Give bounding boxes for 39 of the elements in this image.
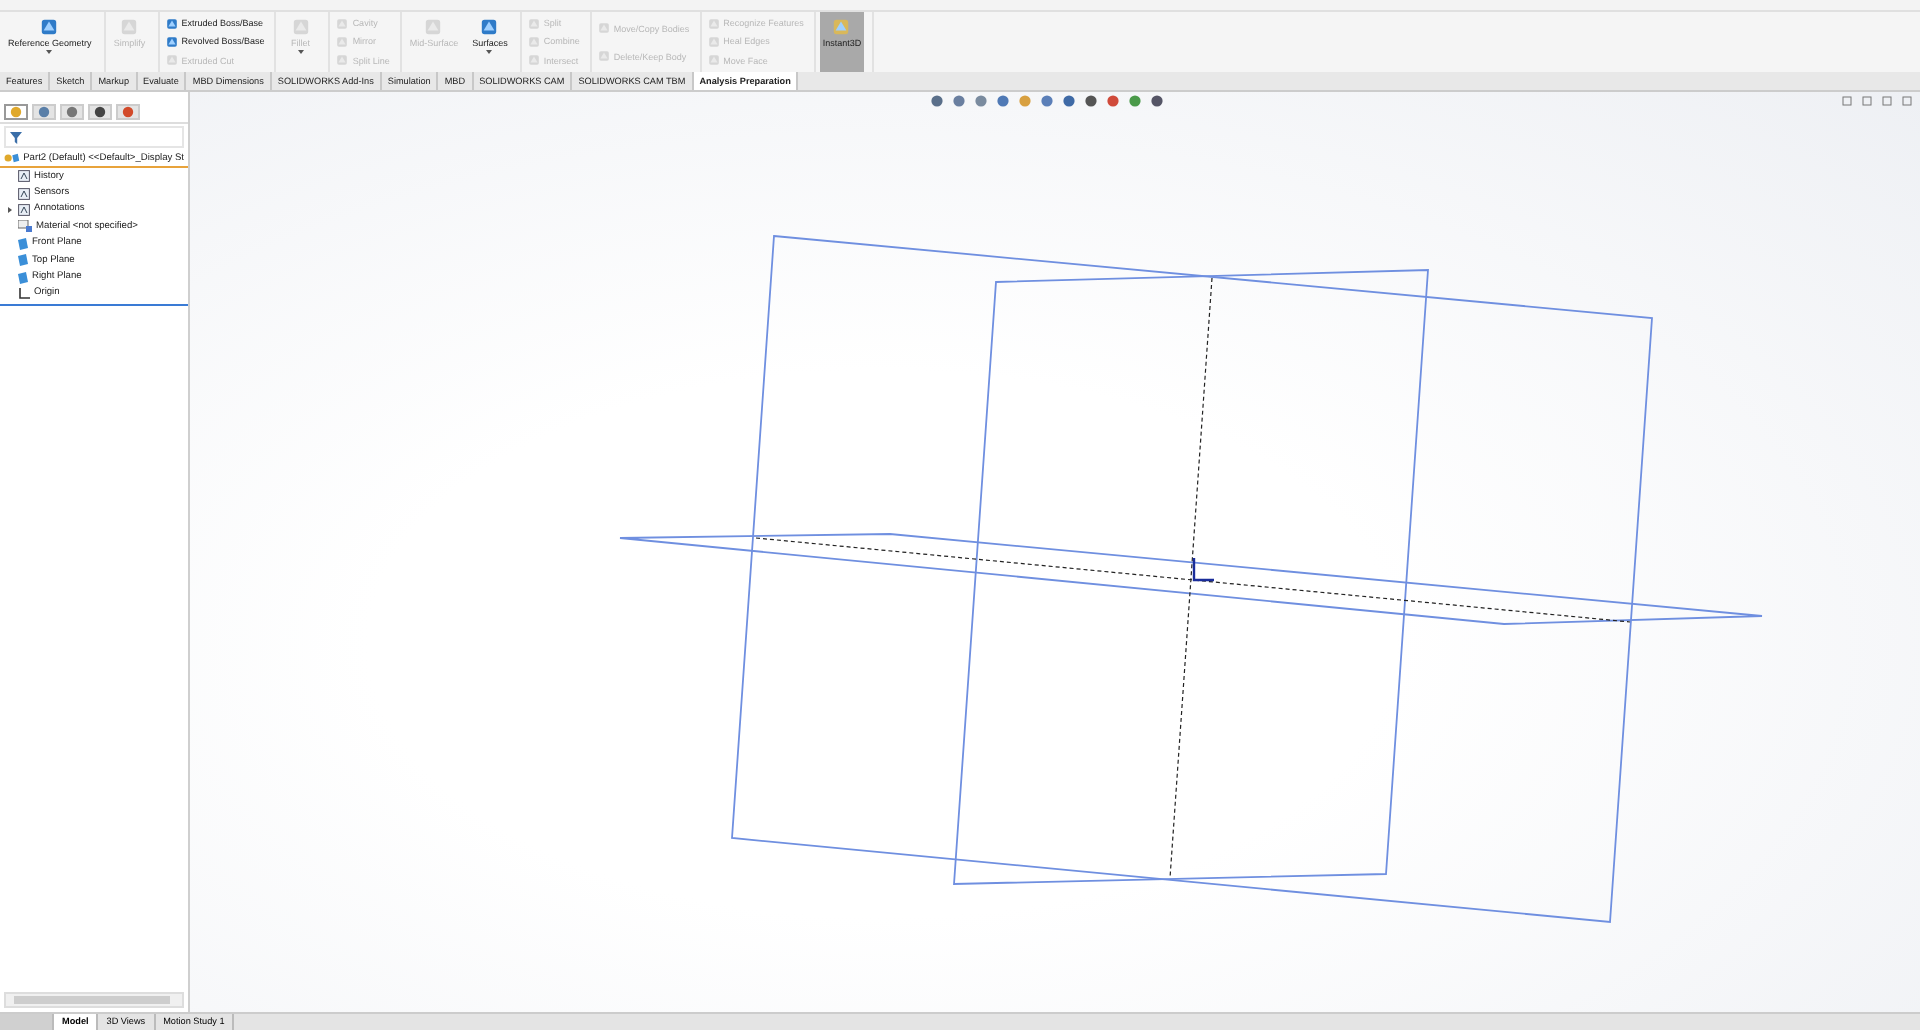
- panel-tab-icon: [66, 106, 78, 118]
- tool-icon: [336, 17, 349, 30]
- history-icon: [18, 170, 30, 183]
- part-icon: [4, 152, 20, 164]
- sensors-icon: [18, 187, 30, 200]
- tool-icon: [165, 35, 178, 48]
- panel-tab-icon: [94, 106, 106, 118]
- tool-icon: [424, 18, 443, 36]
- origin-icon: [1192, 558, 1214, 582]
- panel-tab[interactable]: [32, 104, 56, 120]
- panel-tab[interactable]: [60, 104, 84, 120]
- filter-field[interactable]: [4, 126, 184, 148]
- panel-tab-icon: [122, 106, 134, 118]
- horizontal-scrollbar[interactable]: [4, 992, 184, 1008]
- tool-icon: [707, 54, 720, 67]
- tool-icon: [120, 18, 139, 36]
- panel-tab[interactable]: [88, 104, 112, 120]
- tool-icon: [336, 35, 349, 48]
- tool-icon: [527, 54, 540, 67]
- tool-icon: [165, 17, 178, 30]
- panel-tab[interactable]: [116, 104, 140, 120]
- tool-icon: [336, 54, 349, 67]
- tool-icon: [832, 18, 851, 36]
- tool-icon: [527, 35, 540, 48]
- tool-icon: [707, 35, 720, 48]
- tool-icon: [597, 50, 610, 62]
- annotations-icon: [18, 203, 30, 216]
- tool-icon: [707, 17, 720, 30]
- tool-icon: [480, 18, 499, 36]
- tool-icon: [597, 22, 610, 34]
- panel-tab-icon: [10, 106, 22, 118]
- tool-icon: [527, 17, 540, 30]
- filter-icon: [10, 131, 22, 143]
- origin-icon: [18, 287, 30, 300]
- panel-tab-icon: [38, 106, 50, 118]
- tool-icon: [40, 18, 59, 36]
- tool-icon: [165, 54, 178, 67]
- material-icon: [18, 220, 32, 233]
- tool-icon: [291, 18, 310, 36]
